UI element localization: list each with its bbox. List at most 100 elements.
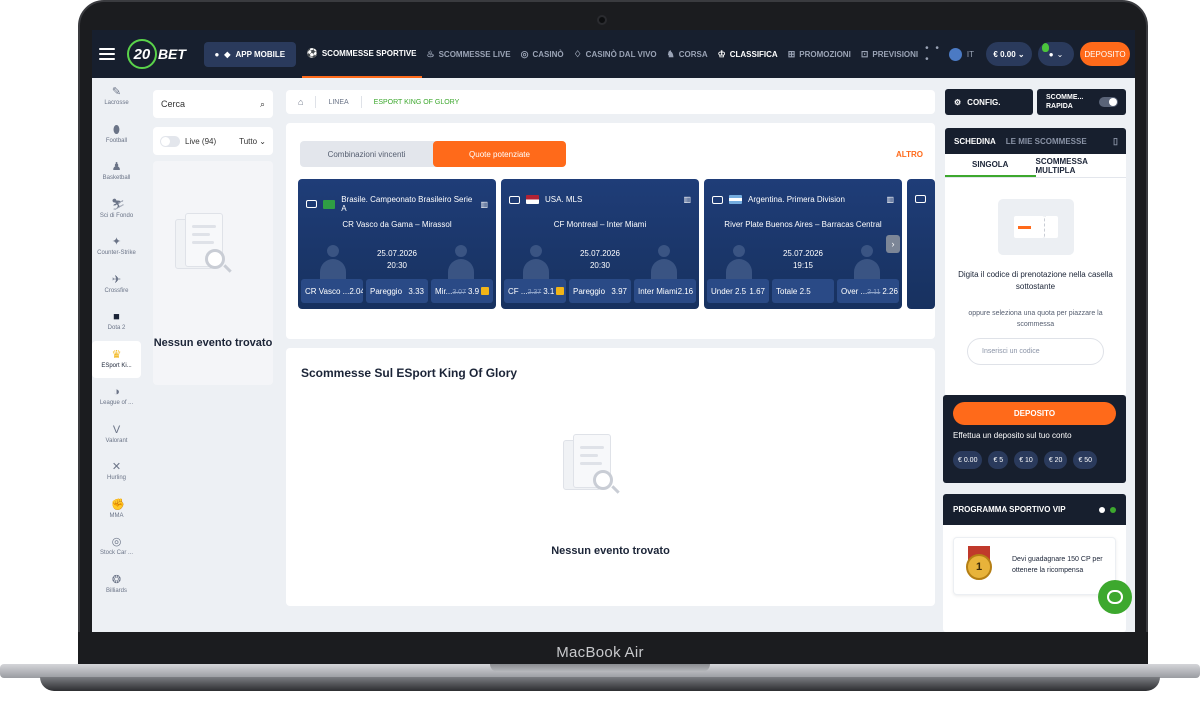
odd-button[interactable]: Mir... 3.07 3.9: [431, 279, 493, 303]
vip-reward-card[interactable]: 1 Devi guadagnare 150 CP per ottenere la…: [953, 537, 1116, 595]
sidebar-item-crossfire[interactable]: ✈ Crossfire: [92, 266, 141, 304]
stats-icon[interactable]: ▥: [886, 195, 894, 204]
mma-icon: ✊: [111, 498, 125, 511]
quick-bet-toggle[interactable]: SCOMME... RAPIDA: [1037, 89, 1126, 115]
odd-label: Inter Miami: [638, 286, 678, 296]
trash-icon[interactable]: ▯: [1113, 136, 1118, 147]
laptop-hinge: [490, 664, 710, 672]
match-card-partial[interactable]: [907, 179, 935, 309]
stats-icon[interactable]: ▥: [480, 200, 488, 209]
tab-my-bets[interactable]: LE MIE SCOMMESSE: [1006, 137, 1087, 146]
match-time: 20:30: [589, 261, 611, 270]
vip-program-widget: PROGRAMMA SPORTIVO VIP 1 Devi guadagnare…: [943, 494, 1126, 632]
tab-multiple[interactable]: SCOMMESSA MULTIPLA: [1036, 154, 1127, 177]
filter-dropdown[interactable]: Tutto ⌄: [239, 137, 266, 146]
live-toggle[interactable]: [160, 135, 180, 147]
android-icon: ◆: [224, 49, 231, 59]
quick-bet-switch[interactable]: [1099, 97, 1118, 107]
odd-button[interactable]: CF ... 2.37 3.1: [504, 279, 566, 303]
nav-casino[interactable]: ◎ CASINÒ: [516, 30, 569, 78]
sidebar-item-counter-strike[interactable]: ✦ Counter-Strike: [92, 228, 141, 266]
steering-wheel-icon: ◎: [111, 536, 122, 549]
home-icon[interactable]: ⌂: [298, 97, 303, 107]
config-button[interactable]: ⚙ CONFIG.: [945, 89, 1033, 115]
sidebar-item-billiards[interactable]: ❂ Billiards: [92, 566, 141, 604]
video-icon[interactable]: [509, 195, 520, 204]
apple-icon: ●: [214, 49, 220, 59]
app-mobile-button[interactable]: ● ◆ APP MOBILE: [203, 41, 296, 67]
match-card[interactable]: USA. MLS ▥ CF Montreal – Inter Miami 25.…: [501, 179, 699, 309]
odd-button[interactable]: Under 2.5 1.67: [707, 279, 769, 303]
sidebar-item-lacrosse[interactable]: ✎ Lacrosse: [92, 78, 141, 116]
league-icon: ◑: [113, 386, 120, 399]
ticket-icon: [998, 199, 1074, 255]
carousel-next-button[interactable]: ›: [886, 235, 900, 253]
flame-icon: ♨: [426, 48, 435, 59]
amount-chip[interactable]: € 5: [988, 451, 1009, 469]
video-icon[interactable]: [915, 195, 926, 203]
nav-race[interactable]: ♞ CORSA: [662, 30, 713, 78]
sidebar-item-dota2[interactable]: ■ Dota 2: [92, 303, 141, 341]
match-card[interactable]: Brasile. Campeonato Brasileiro Serie A ▥…: [298, 179, 496, 309]
nav-leaderboard[interactable]: ♔ CLASSIFICA: [713, 30, 783, 78]
tab-winning-combos[interactable]: Combinazioni vincenti: [300, 141, 433, 167]
tab-single[interactable]: SINGOLA: [945, 154, 1036, 177]
odd-label: CF ...: [508, 286, 528, 296]
logo-text: BET: [157, 46, 186, 62]
amount-chip[interactable]: € 0.00: [953, 451, 983, 469]
amount-chip[interactable]: € 20: [1043, 451, 1068, 469]
odd-button[interactable]: Over ... 2.11 2.26: [837, 279, 899, 303]
more-menu-icon[interactable]: • • •: [925, 43, 949, 65]
vip-carousel-dots[interactable]: [1099, 506, 1116, 513]
nav-promotions[interactable]: ⊞ PROMOZIONI: [783, 30, 856, 78]
sidebar-item-esport-king[interactable]: ♛ ESport Ki...: [92, 340, 141, 378]
odd-button[interactable]: Inter Miami 2.16: [634, 279, 696, 303]
deposit-button[interactable]: DEPOSITO: [953, 402, 1116, 425]
nav-live-casino[interactable]: ♢ CASINÒ DAL VIVO: [569, 30, 662, 78]
sidebar-item-league-of-legends[interactable]: ◑ League of ...: [92, 378, 141, 416]
odd-label: CR Vasco ...: [305, 286, 350, 296]
horse-icon: ♞: [666, 48, 675, 59]
video-icon[interactable]: [306, 200, 317, 208]
header-deposit-button[interactable]: DEPOSITO: [1080, 42, 1130, 66]
more-link[interactable]: ALTRO: [896, 150, 923, 159]
sidebar-item-football[interactable]: ⬮ Football: [92, 116, 141, 154]
match-card[interactable]: Argentina. Primera Division ▥ River Plat…: [704, 179, 902, 309]
sidebar-item-basketball[interactable]: ♟ Basketball: [92, 153, 141, 191]
boosted-odds-panel: Combinazioni vincenti Quote potenziate A…: [286, 123, 935, 339]
nav-predictions[interactable]: ⊡ PREVISIONI: [856, 30, 923, 78]
odd-button[interactable]: Totale 2.5: [772, 279, 834, 303]
amount-chip[interactable]: € 10: [1014, 451, 1038, 469]
language-selector[interactable]: IT: [948, 47, 974, 61]
user-menu-button[interactable]: ● ⌄: [1038, 42, 1074, 66]
odd-button[interactable]: Pareggio 3.97: [569, 279, 631, 303]
chat-support-button[interactable]: [1098, 580, 1132, 614]
tab-boosted-odds[interactable]: Quote potenziate: [433, 141, 566, 167]
nav-live-betting[interactable]: ♨ SCOMMESSE LIVE: [422, 30, 516, 78]
logo-mark: 20: [126, 39, 157, 69]
amount-chip[interactable]: € 50: [1073, 451, 1098, 469]
odd-button[interactable]: Pareggio 3.33: [366, 279, 428, 303]
balance-dropdown[interactable]: € 0.00 ⌄: [986, 42, 1032, 66]
video-icon[interactable]: [712, 195, 723, 204]
notification-drop-icon: [1042, 43, 1049, 52]
hamburger-menu-icon[interactable]: [99, 48, 115, 60]
tab-bet-slip[interactable]: SCHEDINA: [954, 137, 996, 146]
nav-sports-betting[interactable]: ⚽ SCOMMESSE SPORTIVE: [301, 30, 422, 78]
match-date: 25.07.2026: [579, 249, 621, 258]
booking-code-input[interactable]: Inserisci un codice: [967, 338, 1104, 365]
sidebar-item-mma[interactable]: ✊ MMA: [92, 491, 141, 529]
nav-label: CORSA: [678, 49, 708, 59]
breadcrumb-line[interactable]: LINEA: [328, 99, 348, 106]
sidebar-item-valorant[interactable]: V Valorant: [92, 416, 141, 454]
site-logo[interactable]: 20 BET: [126, 39, 186, 69]
league-name: Argentina. Primera Division: [748, 195, 845, 204]
sidebar-item-hurling[interactable]: ✕ Hurling: [92, 453, 141, 491]
odd-button[interactable]: CR Vasco ... 2.04: [301, 279, 363, 303]
sidebar-item-stock-car[interactable]: ◎ Stock Car ...: [92, 528, 141, 566]
stats-icon[interactable]: ▥: [683, 195, 691, 204]
search-input[interactable]: Cerca ⌕: [153, 90, 273, 118]
language-label: IT: [966, 49, 974, 59]
odd-value: 3.33: [408, 286, 424, 296]
sidebar-item-cross-country-ski[interactable]: ⛷ Sci di Fondo: [92, 191, 141, 229]
